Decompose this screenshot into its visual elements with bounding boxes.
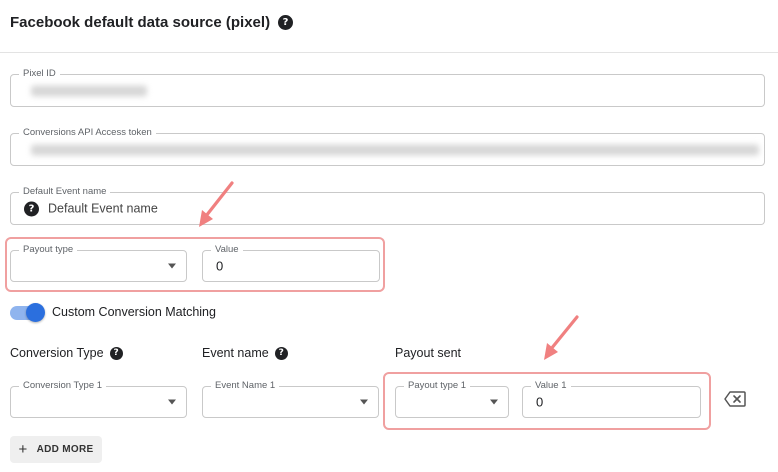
caret-down-icon	[168, 263, 176, 269]
conversion-type-1-select[interactable]: Conversion Type 1	[10, 380, 187, 418]
value-1-input[interactable]: Value 1 0	[522, 380, 701, 418]
page-title: Facebook default data source (pixel) ?	[10, 14, 294, 31]
default-event-text: Default Event name	[48, 201, 158, 216]
default-event-selector[interactable]: ? Default Event name	[24, 201, 158, 216]
capi-token-redacted-value	[31, 144, 759, 155]
payout-type-select[interactable]: Payout type	[10, 244, 187, 282]
default-event-field[interactable]: Default Event name ? Default Event name	[10, 186, 765, 225]
add-more-label: ADD MORE	[36, 444, 94, 455]
pixel-id-redacted-value	[31, 85, 147, 96]
payout-value-text: 0	[216, 258, 224, 274]
capi-token-field[interactable]: Conversions API Access token	[10, 127, 765, 166]
payout-type-1-label: Payout type 1	[404, 380, 471, 392]
page-title-text: Facebook default data source (pixel)	[10, 14, 271, 31]
help-circle-icon: ?	[24, 201, 39, 216]
conversion-type-1-label: Conversion Type 1	[19, 380, 107, 392]
payout-sent-header: Payout sent	[395, 346, 461, 360]
event-name-header-text: Event name	[202, 346, 269, 360]
help-circle-icon[interactable]: ?	[278, 15, 294, 30]
pixel-id-label: Pixel ID	[19, 68, 60, 80]
default-event-label: Default Event name	[19, 186, 111, 198]
caret-down-icon	[360, 399, 368, 405]
payout-value-label: Value	[211, 244, 243, 256]
annotation-arrow-2	[544, 315, 579, 360]
pixel-id-field[interactable]: Pixel ID	[10, 68, 765, 107]
help-circle-icon[interactable]: ?	[109, 346, 123, 360]
backspace-icon[interactable]	[724, 391, 746, 407]
caret-down-icon	[168, 399, 176, 405]
payout-value-input[interactable]: Value 0	[202, 244, 380, 282]
add-more-button[interactable]: + ADD MORE	[10, 436, 102, 463]
event-name-1-label: Event Name 1	[211, 380, 280, 392]
value-1-text: 0	[536, 394, 544, 410]
conversion-type-header-text: Conversion Type	[10, 346, 104, 360]
custom-matching-label: Custom Conversion Matching	[52, 305, 216, 319]
capi-token-label: Conversions API Access token	[19, 127, 156, 139]
help-circle-icon[interactable]: ?	[274, 346, 288, 360]
plus-icon: +	[18, 441, 28, 458]
header-divider	[0, 52, 778, 53]
event-name-1-select[interactable]: Event Name 1	[202, 380, 379, 418]
payout-type-label: Payout type	[19, 244, 78, 256]
payout-type-1-select[interactable]: Payout type 1	[395, 380, 509, 418]
payout-sent-header-text: Payout sent	[395, 346, 462, 360]
conversion-type-header: Conversion Type ?	[10, 346, 123, 360]
event-name-header: Event name ?	[202, 346, 288, 360]
caret-down-icon	[490, 399, 498, 405]
custom-matching-toggle-thumb[interactable]	[26, 303, 45, 322]
value-1-label: Value 1	[531, 380, 571, 392]
